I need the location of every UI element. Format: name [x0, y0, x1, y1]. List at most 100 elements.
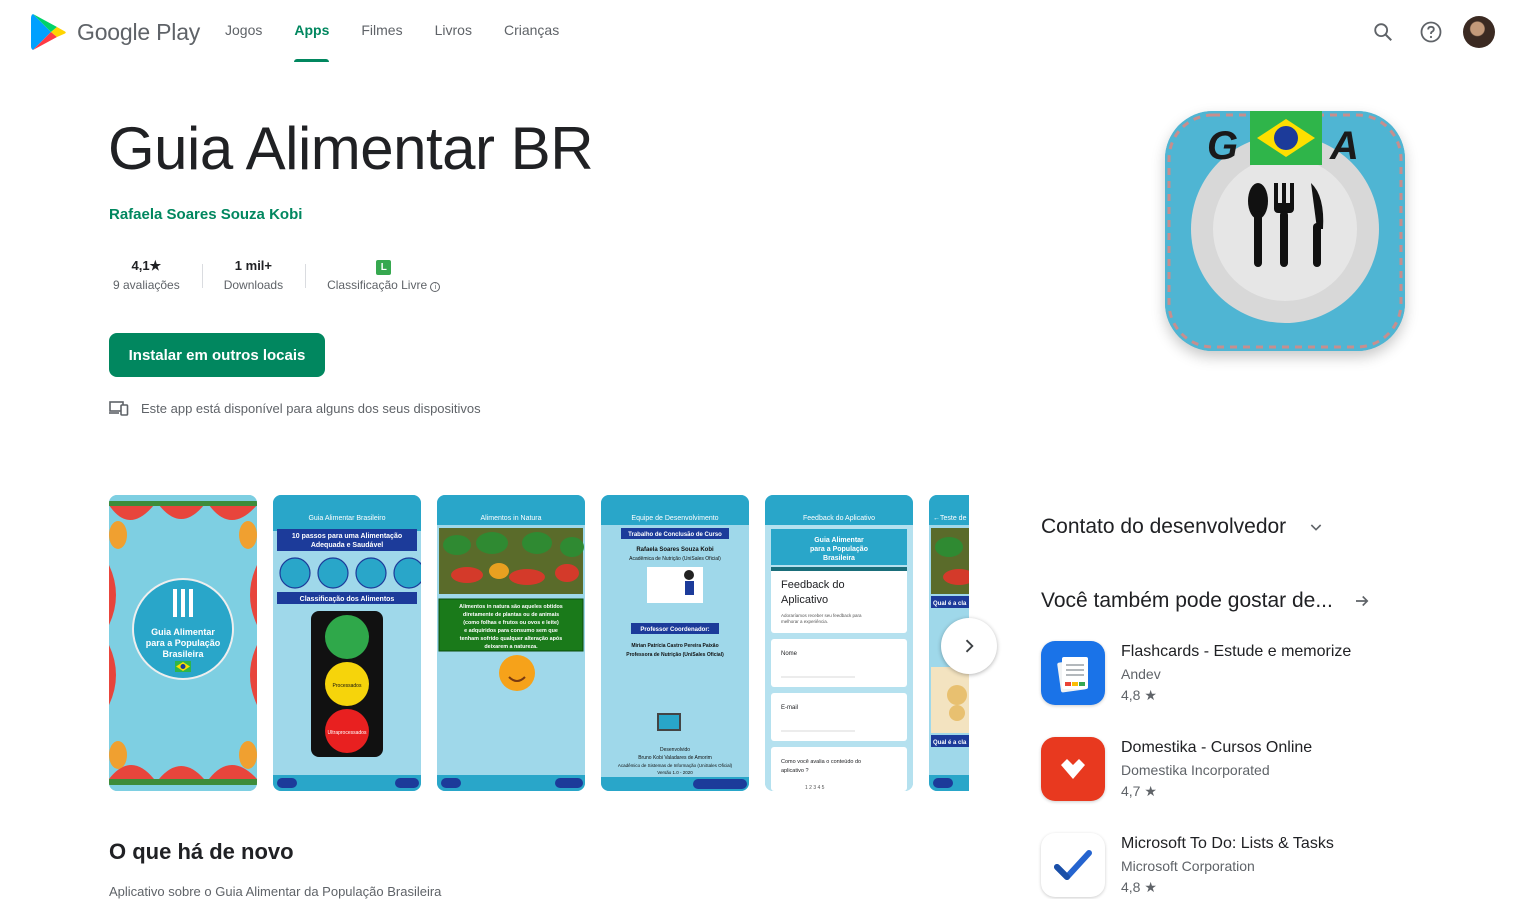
- svg-text:melhorar a experiência.: melhorar a experiência.: [781, 619, 828, 624]
- info-icon[interactable]: i: [430, 282, 441, 292]
- search-icon[interactable]: [1365, 14, 1401, 50]
- nav-livros[interactable]: Livros: [419, 0, 488, 62]
- screenshot-5[interactable]: Feedback do Aplicativo Guia Alimentar pa…: [765, 495, 913, 791]
- similar-app-developer: Domestika Incorporated: [1121, 762, 1270, 778]
- main-nav: Jogos Apps Filmes Livros Crianças: [209, 0, 575, 62]
- svg-text:(como folhas e frutos ou ovos: (como folhas e frutos ou ovos e leite): [463, 620, 559, 626]
- svg-text:Professor Coordenador:: Professor Coordenador:: [640, 627, 709, 633]
- shot4-title: Equipe de Desenvolvimento: [631, 515, 718, 522]
- svg-text:Aplicativo: Aplicativo: [781, 594, 828, 606]
- svg-text:Mirian Patrícia Castro Pereira: Mirian Patrícia Castro Pereira Paixão: [631, 643, 718, 649]
- svg-text:para a População: para a População: [810, 546, 868, 553]
- developer-contact-heading: Contato do desenvolvedor: [1041, 515, 1287, 538]
- svg-text:Desenvolvido: Desenvolvido: [660, 747, 690, 753]
- svg-text:Bruno Kobi Valadares de Amorim: Bruno Kobi Valadares de Amorim: [638, 755, 712, 761]
- content-rating-badge: L: [376, 260, 392, 275]
- svg-text:Acadêmico de Sistemas de Infor: Acadêmico de Sistemas de Informação (Uni…: [618, 763, 733, 768]
- svg-text:Professora de Nutrição (UniSal: Professora de Nutrição (UniSales Oficial…: [626, 652, 724, 658]
- svg-text:Alimentos in natura são aquele: Alimentos in natura são aqueles obtidos: [459, 604, 563, 610]
- svg-text:Adequada e Saudável: Adequada e Saudável: [311, 542, 383, 549]
- similar-app-rating: 4,7 ★: [1121, 783, 1157, 799]
- help-icon[interactable]: [1413, 14, 1449, 50]
- developer-link[interactable]: Rafaela Soares Souza Kobi: [109, 206, 302, 223]
- similar-app-item[interactable]: Flashcards - Estude e memorize Andev 4,8…: [1041, 641, 1351, 705]
- screenshot-2[interactable]: Guia Alimentar Brasileiro 10 passos para…: [273, 495, 421, 791]
- svg-text:Rafaela Soares Souza Kobi: Rafaela Soares Souza Kobi: [636, 547, 714, 553]
- rating-value: 4,1★: [131, 258, 162, 273]
- svg-text:1 2 3 4 5: 1 2 3 4 5: [805, 785, 825, 791]
- domestika-icon: [1041, 737, 1105, 801]
- svg-text:Guia Alimentar: Guia Alimentar: [151, 627, 215, 637]
- shot5-title: Feedback do Aplicativo: [803, 515, 875, 522]
- svg-text:Guia Alimentar: Guia Alimentar: [814, 537, 864, 544]
- shot2-title: Guia Alimentar Brasileiro: [308, 515, 385, 522]
- similar-app-rating: 4,8 ★: [1121, 687, 1157, 703]
- chevron-down-icon: [1310, 524, 1322, 531]
- similar-apps-header[interactable]: Você também pode gostar de...: [1041, 589, 1371, 613]
- whats-new-text: Aplicativo sobre o Guia Alimentar da Pop…: [109, 884, 442, 899]
- svg-text:Trabalho de Conclusão de Curso: Trabalho de Conclusão de Curso: [628, 532, 722, 538]
- reviews-count: 9 avaliações: [113, 278, 180, 292]
- similar-app-name: Domestika - Cursos Online: [1121, 739, 1313, 756]
- screenshot-carousel[interactable]: Guia Alimentar para a População Brasilei…: [109, 495, 969, 793]
- content-rating-label: Classificação Livre: [327, 278, 428, 292]
- similar-app-name: Microsoft To Do: Lists & Tasks: [1121, 835, 1334, 852]
- svg-text:Qual é a cla: Qual é a cla: [933, 740, 967, 746]
- arrow-right-icon: [1355, 595, 1369, 607]
- svg-text:Feedback do: Feedback do: [781, 579, 845, 591]
- nav-apps[interactable]: Apps: [278, 0, 345, 62]
- developer-contact-header[interactable]: Contato do desenvolvedor: [1041, 515, 1324, 539]
- carousel-next-button[interactable]: [941, 618, 997, 674]
- svg-text:10 passos para uma Alimentação: 10 passos para uma Alimentação: [292, 533, 402, 540]
- downloads-label: Downloads: [223, 278, 284, 292]
- install-button[interactable]: Instalar em outros locais: [109, 333, 325, 377]
- avatar[interactable]: [1463, 16, 1495, 48]
- svg-text:Qual é a cla: Qual é a cla: [933, 601, 967, 607]
- icon-letter-g: G: [1207, 124, 1238, 168]
- content-rating-stat[interactable]: L Classificação Livre i: [305, 256, 462, 292]
- svg-text:Brasileira: Brasileira: [823, 555, 855, 562]
- nav-filmes[interactable]: Filmes: [345, 0, 418, 62]
- svg-text:Nome: Nome: [781, 651, 798, 657]
- screenshot-4[interactable]: Equipe de Desenvolvimento Trabalho de Co…: [601, 495, 749, 791]
- svg-text:←Teste de: ←Teste de: [933, 515, 967, 522]
- svg-text:Como você avalia o conteúdo do: Como você avalia o conteúdo do: [781, 759, 861, 765]
- svg-text:diretamente de plantas ou de a: diretamente de plantas ou de animais: [463, 612, 559, 618]
- app-icon: G A: [1165, 111, 1405, 351]
- svg-text:para a População: para a População: [146, 638, 221, 648]
- svg-text:e adquiridos para consumo sem: e adquiridos para consumo sem que: [464, 628, 558, 634]
- similar-app-name: Flashcards - Estude e memorize: [1121, 643, 1352, 660]
- rating-stat[interactable]: 4,1★ 9 avaliações: [109, 256, 202, 292]
- svg-text:Ultraprocessados: Ultraprocessados: [328, 730, 367, 736]
- svg-text:tenham sofrido qualquer altera: tenham sofrido qualquer alteração após: [460, 636, 562, 642]
- downloads-stat: 1 mil+ Downloads: [201, 256, 305, 292]
- icon-letter-a: A: [1329, 124, 1359, 168]
- svg-text:Brasileira: Brasileira: [162, 649, 204, 659]
- play-logo-icon: [31, 14, 66, 50]
- whats-new-heading: O que há de novo: [109, 839, 294, 864]
- svg-text:Classificação dos Alimentos: Classificação dos Alimentos: [300, 596, 395, 603]
- svg-text:Adoraríamos receber seu feedba: Adoraríamos receber seu feedback para: [781, 613, 862, 618]
- similar-app-developer: Andev: [1121, 666, 1161, 682]
- nav-criancas[interactable]: Crianças: [488, 0, 575, 62]
- flashcards-icon: [1041, 641, 1105, 705]
- top-app-bar: Google Play Jogos Apps Filmes Livros Cri…: [0, 0, 1513, 62]
- similar-app-item[interactable]: Domestika - Cursos Online Domestika Inco…: [1041, 737, 1312, 801]
- downloads-value: 1 mil+: [234, 258, 273, 273]
- nav-jogos[interactable]: Jogos: [209, 0, 278, 62]
- todo-check-icon: [1041, 833, 1105, 897]
- svg-text:Processados: Processados: [333, 683, 362, 689]
- svg-text:E-mail: E-mail: [781, 705, 798, 711]
- screenshot-1[interactable]: Guia Alimentar para a População Brasilei…: [109, 495, 257, 791]
- app-title: Guia Alimentar BR: [108, 115, 594, 182]
- google-play-logo[interactable]: Google Play: [31, 13, 200, 51]
- similar-app-rating: 4,8 ★: [1121, 879, 1157, 895]
- similar-app-item[interactable]: Microsoft To Do: Lists & Tasks Microsoft…: [1041, 833, 1334, 897]
- device-availability: Este app está disponível para alguns dos…: [109, 400, 481, 416]
- svg-text:aplicativo ?: aplicativo ?: [781, 768, 809, 774]
- devices-icon: [109, 401, 129, 416]
- app-stats: 4,1★ 9 avaliações 1 mil+ Downloads L Cla…: [109, 256, 462, 292]
- screenshot-3[interactable]: Alimentos in Natura Alimentos in natura …: [437, 495, 585, 791]
- svg-text:deixarem a natureza.: deixarem a natureza.: [484, 644, 538, 650]
- chevron-right-icon: [965, 639, 974, 653]
